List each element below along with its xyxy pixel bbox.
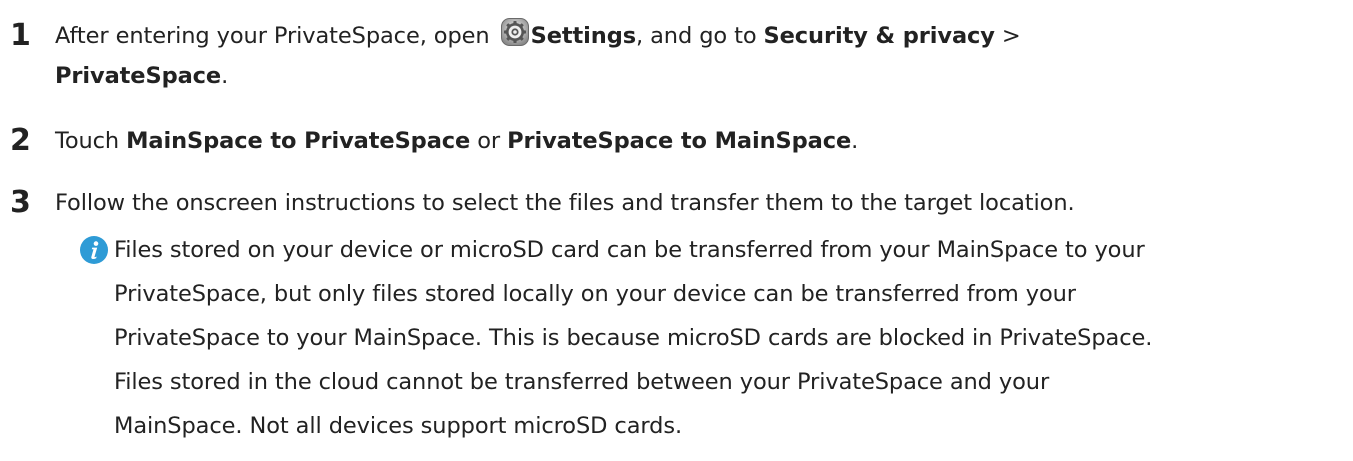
- step-number: 1: [10, 18, 31, 53]
- step-text-part: or: [470, 128, 508, 154]
- mainspace-to-privatespace-label: MainSpace to PrivateSpace: [126, 128, 471, 154]
- security-privacy-label: Security & privacy: [763, 23, 995, 49]
- settings-label: Settings: [530, 23, 637, 49]
- step-text-part: Touch: [55, 128, 127, 154]
- info-icon: [80, 236, 108, 264]
- path-separator: >: [994, 23, 1021, 49]
- step-text-part: .: [221, 63, 229, 89]
- note-line: Files stored on your device or microSD c…: [114, 237, 1145, 263]
- step-text-part: After entering your PrivateSpace, open: [55, 23, 497, 49]
- privatespace-to-mainspace-label: PrivateSpace to MainSpace: [507, 128, 852, 154]
- note-line: MainSpace. Not all devices support micro…: [114, 413, 683, 439]
- note-line: PrivateSpace, but only files stored loca…: [114, 281, 1076, 307]
- step-text: Touch MainSpace to PrivateSpace or Priva…: [55, 121, 1333, 161]
- settings-gear-icon: [500, 18, 529, 46]
- note-text: Files stored on your device or microSD c…: [114, 228, 1344, 448]
- step-text-part: , and go to: [636, 23, 764, 49]
- step-text-part: .: [851, 128, 859, 154]
- step-number: 3: [10, 185, 31, 220]
- step-number: 2: [10, 123, 31, 158]
- step-text: After entering your PrivateSpace, open S…: [55, 16, 1333, 96]
- note-line: PrivateSpace to your MainSpace. This is …: [114, 325, 1153, 351]
- step-text: Follow the onscreen instructions to sele…: [55, 190, 1075, 216]
- note-line: Files stored in the cloud cannot be tran…: [114, 369, 1050, 395]
- privatespace-label: PrivateSpace: [55, 63, 222, 89]
